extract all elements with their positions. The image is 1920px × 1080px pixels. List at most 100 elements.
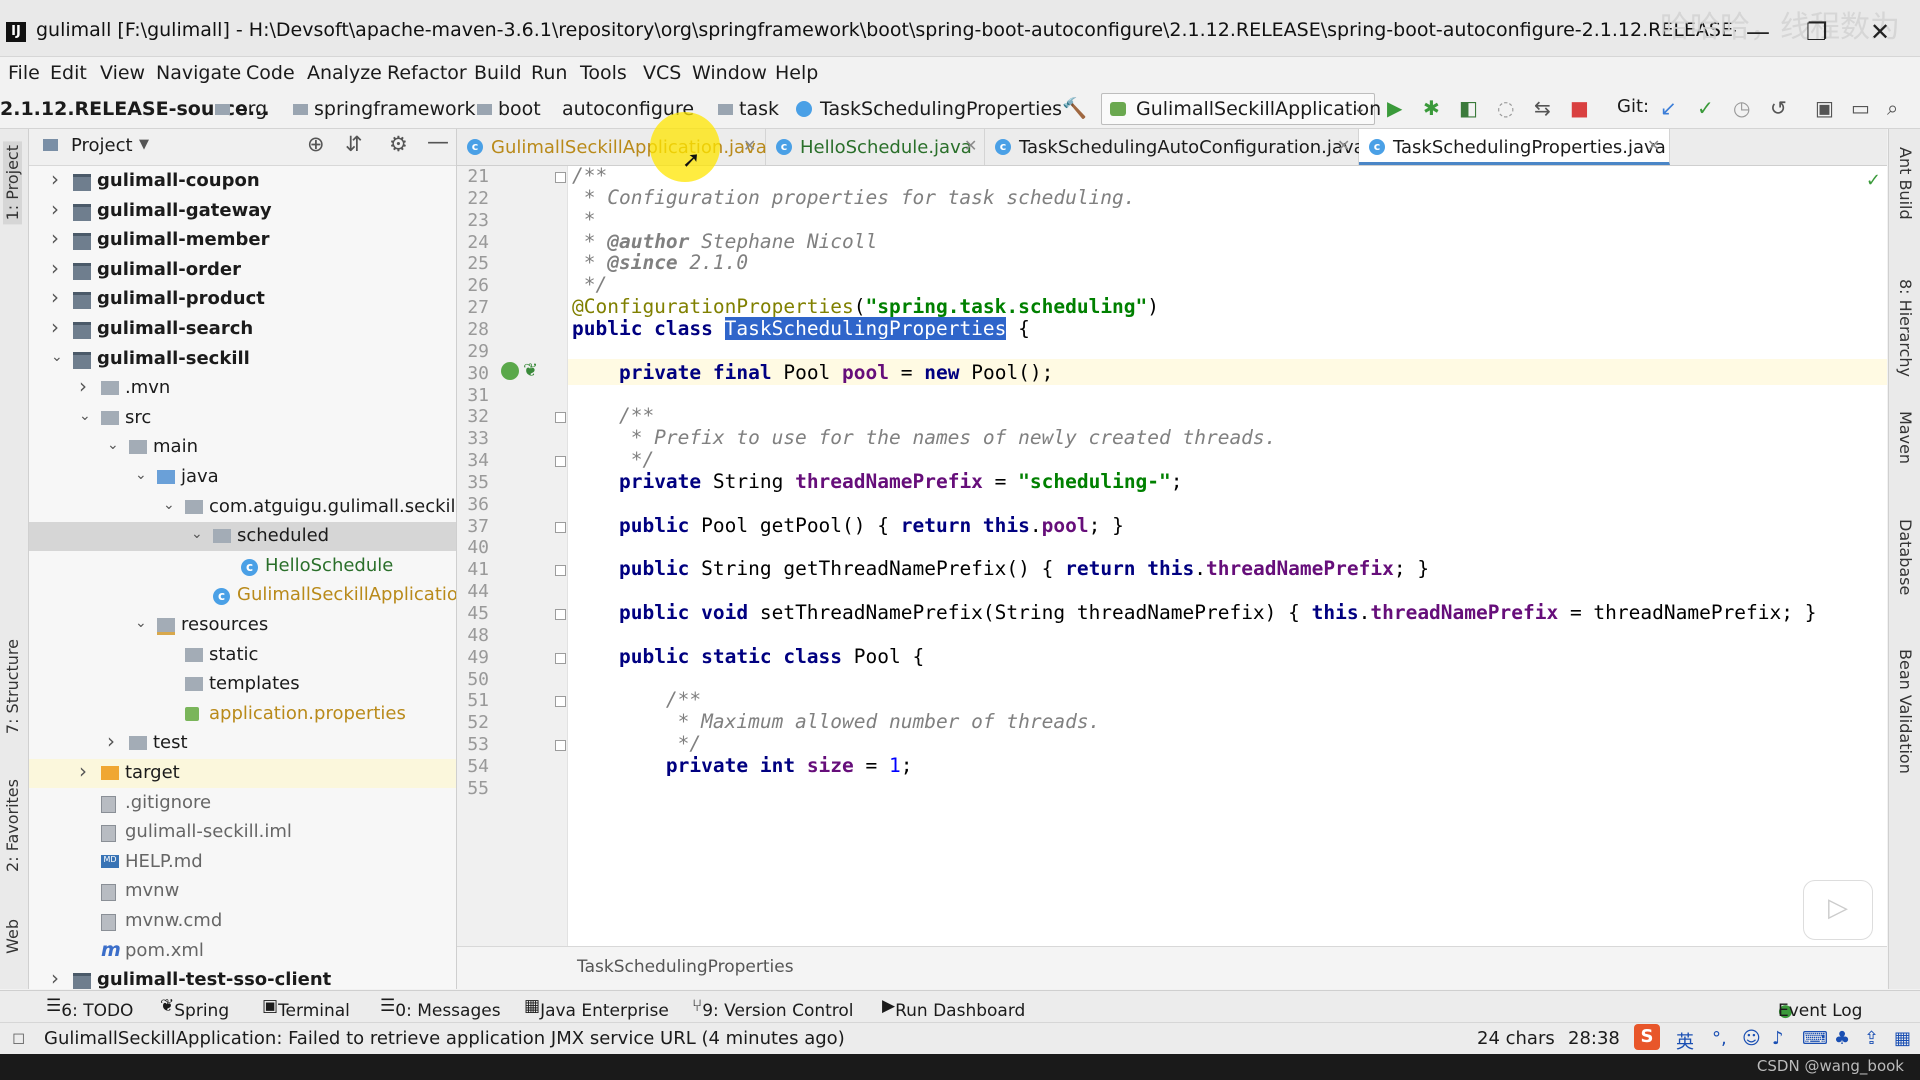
tree-item[interactable]: mvnw	[29, 877, 456, 906]
menu-view[interactable]: View	[100, 62, 145, 84]
menu-code[interactable]: Code	[246, 62, 295, 84]
maximize-button[interactable]: ❐	[1806, 18, 1828, 46]
stop-icon[interactable]: ■	[1570, 96, 1589, 120]
tool-spring[interactable]: ❦ Spring	[160, 996, 229, 1021]
tab-maven[interactable]: Maven	[1896, 411, 1915, 464]
chevron-down-icon[interactable]: ⌄	[51, 349, 63, 365]
coverage-icon[interactable]: ◧	[1459, 96, 1478, 120]
code-line[interactable]: public class TaskSchedulingProperties {	[572, 316, 1030, 340]
close-icon[interactable]: ✕	[964, 136, 977, 155]
tree-item[interactable]: ⌄ main	[29, 433, 456, 462]
tab-hello-schedule[interactable]: c HelloSchedule.java ✕	[766, 129, 985, 165]
tree-item[interactable]: ⌄ java	[29, 463, 456, 492]
status-message[interactable]: GulimallSeckillApplication: Failed to re…	[44, 1028, 845, 1049]
tab-ant-build[interactable]: Ant Build	[1896, 147, 1915, 220]
hide-panel-icon[interactable]: —	[427, 130, 449, 155]
menu-tools[interactable]: Tools	[580, 62, 627, 84]
tab-task-scheduling-auto-configuration[interactable]: c TaskSchedulingAutoConfiguration.java ✕	[985, 129, 1365, 165]
chevron-right-icon[interactable]: ›	[51, 256, 59, 280]
breadcrumb-class[interactable]: TaskSchedulingProperties	[796, 98, 1062, 120]
ime-lang-indicator[interactable]: 英	[1676, 1028, 1694, 1054]
tree-item[interactable]: › target	[29, 759, 456, 788]
menu-help[interactable]: Help	[775, 62, 818, 84]
menu-navigate[interactable]: Navigate	[156, 62, 241, 84]
menu-file[interactable]: File	[8, 62, 40, 84]
tool-java-enterprise[interactable]: ▦ Java Enterprise	[524, 996, 669, 1021]
code-line[interactable]: /**	[572, 688, 701, 711]
git-commit-icon[interactable]: ✓	[1697, 96, 1714, 120]
status-toggle-icon[interactable]: ◻	[12, 1028, 25, 1047]
tree-item[interactable]: › gulimall-test-sso-client	[29, 966, 456, 989]
tree-item[interactable]: ⌄ scheduled	[29, 522, 456, 552]
project-view-selector[interactable]: Project	[71, 135, 133, 156]
menu-build[interactable]: Build	[474, 62, 522, 84]
chevron-down-icon[interactable]: ⌄	[163, 497, 175, 513]
tool-run-dashboard[interactable]: ▶ Run Dashboard	[882, 996, 1025, 1021]
locate-icon[interactable]: ⊕	[307, 132, 325, 156]
search-icon[interactable]: ⌕	[1887, 96, 1898, 120]
close-icon[interactable]: ✕	[743, 136, 756, 155]
breadcrumb-task[interactable]: task	[718, 98, 779, 120]
close-button[interactable]: ✕	[1870, 18, 1890, 46]
code-line[interactable]: */	[572, 273, 608, 296]
fold-toggle-icon[interactable]	[555, 521, 566, 533]
tree-item[interactable]: c GulimallSeckillApplication	[29, 581, 456, 610]
chevron-down-icon[interactable]: ⌄	[135, 467, 147, 483]
git-update-icon[interactable]: ↙	[1660, 96, 1677, 120]
tree-item[interactable]: ⌄ resources	[29, 611, 456, 640]
tree-item[interactable]: gulimall-seckill.iml	[29, 818, 456, 847]
chevron-down-icon[interactable]: ⌄	[135, 615, 147, 631]
chevron-right-icon[interactable]: ›	[51, 197, 59, 221]
tree-item[interactable]: › gulimall-member	[29, 226, 456, 255]
rerun-icon[interactable]: ⇆	[1534, 96, 1551, 120]
tab-bean-validation[interactable]: Bean Validation	[1896, 649, 1915, 774]
tree-item[interactable]: ⌄ gulimall-seckill	[29, 345, 456, 374]
tab-web[interactable]: Web	[3, 919, 22, 954]
tab-database[interactable]: Database	[1896, 519, 1915, 595]
chevron-right-icon[interactable]: ›	[79, 374, 87, 398]
minimize-button[interactable]: —	[1746, 18, 1770, 46]
code-line[interactable]: private String threadNamePrefix = "sched…	[572, 470, 1183, 493]
config-properties-gutter-icon[interactable]: ❦	[523, 360, 538, 381]
code-line[interactable]: private int size = 1;	[572, 754, 913, 777]
code-line[interactable]: public Pool getPool() { return this.pool…	[572, 514, 1124, 537]
code-line[interactable]: * Maximum allowed number of threads.	[572, 710, 1101, 733]
fold-toggle-icon[interactable]	[555, 609, 566, 620]
menu-run[interactable]: Run	[531, 62, 567, 84]
tree-item[interactable]: ⌄ com.atguigu.gulimall.seckill	[29, 493, 456, 522]
tree-item[interactable]: m pom.xml	[29, 937, 456, 966]
inspection-ok-icon[interactable]: ✓	[1866, 170, 1881, 191]
code-line[interactable]: * @author Stephane Nicoll	[572, 230, 878, 253]
gear-icon[interactable]: ⚙	[389, 132, 408, 156]
tree-item[interactable]: › .mvn	[29, 374, 456, 403]
tree-item[interactable]: › gulimall-product	[29, 285, 456, 314]
chevron-down-icon[interactable]: ⌄	[107, 437, 119, 453]
code-line[interactable]: public String getThreadNamePrefix() { re…	[572, 557, 1429, 580]
ime-emoji-icon[interactable]: ☺	[1742, 1028, 1761, 1049]
chevron-down-icon[interactable]: ⌄	[191, 526, 203, 542]
breadcrumb-springframework[interactable]: springframework	[293, 98, 475, 120]
chevron-down-icon[interactable]: ▼	[139, 137, 149, 152]
code-line[interactable]: /**	[572, 166, 607, 187]
code-line[interactable]: * Prefix to use for the names of newly c…	[572, 426, 1277, 449]
code-line[interactable]: private final Pool pool = new Pool();	[572, 361, 1053, 384]
fold-toggle-icon[interactable]	[555, 740, 566, 752]
code-line[interactable]: * @since 2.1.0	[572, 251, 748, 274]
debug-icon[interactable]: ✱	[1423, 96, 1440, 120]
fold-toggle-icon[interactable]	[555, 412, 566, 424]
tree-item[interactable]: mvnw.cmd	[29, 907, 456, 936]
code-line[interactable]: *	[572, 208, 596, 231]
code-line[interactable]: @ConfigurationProperties("spring.task.sc…	[572, 295, 1159, 318]
ime-voice-icon[interactable]: ♪	[1772, 1028, 1784, 1049]
tool-terminal[interactable]: ▣ Terminal	[262, 996, 350, 1021]
code-editor[interactable]: ❦ 21 /** 22 * Configuration properties for…	[457, 166, 1887, 946]
tool-todo[interactable]: ☰ 6: TODO	[46, 996, 133, 1021]
collapse-all-icon[interactable]: ⇵	[345, 132, 363, 156]
chevron-right-icon[interactable]: ›	[51, 285, 59, 309]
chevron-right-icon[interactable]: ›	[51, 226, 59, 250]
layout-icon[interactable]: ▭	[1851, 96, 1870, 120]
menu-edit[interactable]: Edit	[50, 62, 87, 84]
tool-messages[interactable]: ☰ 0: Messages	[380, 996, 501, 1021]
sogou-ime-icon[interactable]: S	[1634, 1024, 1660, 1050]
fold-toggle-icon[interactable]	[555, 172, 566, 183]
